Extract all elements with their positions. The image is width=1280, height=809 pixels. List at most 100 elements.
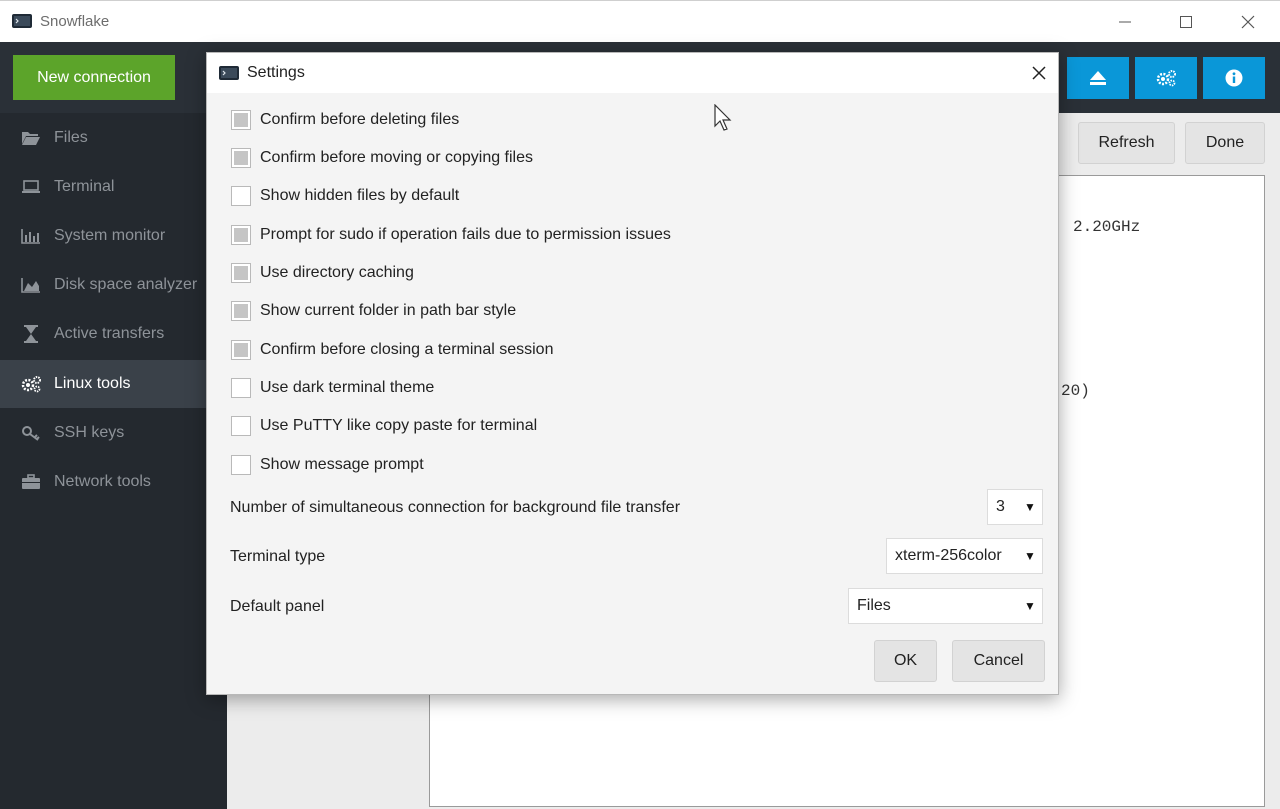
sidebar-item-label: Linux tools (54, 375, 131, 392)
briefcase-icon (20, 473, 42, 491)
output-line: 2.20GHz (1073, 218, 1141, 236)
checkbox-mark (234, 228, 248, 242)
checkbox[interactable] (231, 378, 251, 398)
default-panel-select[interactable]: Files ▼ (848, 588, 1043, 624)
terminal-app-icon (219, 66, 239, 80)
checkbox-mark (234, 266, 248, 280)
option-directory-caching[interactable]: Use directory caching (231, 261, 414, 285)
hourglass-icon (20, 325, 42, 343)
close-icon (1032, 66, 1046, 80)
option-show-message-prompt[interactable]: Show message prompt (231, 453, 424, 477)
option-prompt-sudo[interactable]: Prompt for sudo if operation fails due t… (231, 223, 671, 247)
option-label: Use directory caching (260, 264, 414, 281)
area-chart-icon (20, 276, 42, 294)
sidebar-item-ssh-keys[interactable]: SSH keys (0, 409, 227, 457)
sidebar-item-network-tools[interactable]: Network tools (0, 458, 227, 506)
connections-select[interactable]: 3 ▼ (987, 489, 1043, 525)
option-label: Show current folder in path bar style (260, 302, 517, 319)
sidebar-item-label: Network tools (54, 473, 151, 490)
output-line: 20) (1061, 382, 1090, 400)
option-confirm-delete[interactable]: Confirm before deleting files (231, 108, 459, 132)
chevron-down-icon: ▼ (1024, 500, 1036, 514)
option-dark-terminal-theme[interactable]: Use dark terminal theme (231, 376, 434, 400)
laptop-icon (20, 178, 42, 196)
option-label: Confirm before closing a terminal sessio… (260, 341, 554, 358)
info-button[interactable] (1203, 57, 1265, 99)
option-label: Use PuTTY like copy paste for terminal (260, 417, 538, 434)
settings-button[interactable] (1135, 57, 1197, 99)
option-label: Confirm before moving or copying files (260, 149, 534, 166)
cogs-icon (20, 375, 42, 393)
eject-button[interactable] (1067, 57, 1129, 99)
minimize-button[interactable] (1102, 1, 1148, 43)
option-label: Confirm before deleting files (260, 111, 460, 128)
checkbox[interactable] (231, 340, 251, 360)
terminal-type-select[interactable]: xterm-256color ▼ (886, 538, 1043, 574)
ok-button[interactable]: OK (874, 640, 937, 682)
sidebar: New connection Files Terminal System mon… (0, 42, 227, 809)
sidebar-item-label: SSH keys (54, 424, 125, 441)
option-label: Show message prompt (260, 456, 424, 473)
checkbox[interactable] (231, 416, 251, 436)
checkbox-mark (234, 113, 248, 127)
refresh-button[interactable]: Refresh (1078, 122, 1175, 164)
option-show-hidden-files[interactable]: Show hidden files by default (231, 184, 459, 208)
window-titlebar: Snowflake (0, 0, 1280, 42)
cancel-button[interactable]: Cancel (952, 640, 1045, 682)
option-putty-copy-paste[interactable]: Use PuTTY like copy paste for terminal (231, 414, 537, 438)
chevron-down-icon: ▼ (1024, 549, 1036, 563)
dialog-title: Settings (247, 64, 305, 81)
done-button[interactable]: Done (1185, 122, 1265, 164)
checkbox-mark (234, 343, 248, 357)
maximize-button[interactable] (1163, 1, 1209, 43)
bar-chart-icon (20, 227, 42, 245)
terminal-type-label: Terminal type (230, 548, 326, 565)
maximize-icon (1180, 16, 1192, 28)
option-confirm-close-terminal[interactable]: Confirm before closing a terminal sessio… (231, 338, 553, 362)
option-path-bar-style[interactable]: Show current folder in path bar style (231, 299, 516, 323)
option-label: Prompt for sudo if operation fails due t… (260, 226, 671, 243)
checkbox[interactable] (231, 148, 251, 168)
select-value: Files (857, 597, 891, 614)
info-icon (1225, 69, 1243, 87)
default-panel-label: Default panel (230, 598, 325, 615)
checkbox[interactable] (231, 301, 251, 321)
select-value: xterm-256color (895, 547, 1002, 564)
eject-icon (1090, 71, 1106, 85)
checkbox[interactable] (231, 225, 251, 245)
sidebar-item-label: Disk space analyzer (54, 276, 198, 293)
checkbox[interactable] (231, 110, 251, 130)
mouse-cursor-icon (714, 104, 732, 131)
sidebar-item-label: Terminal (54, 178, 115, 195)
settings-dialog: Settings Confirm before deleting files C… (206, 52, 1059, 695)
option-label: Show hidden files by default (260, 187, 460, 204)
minimize-icon (1119, 21, 1131, 23)
checkbox-mark (234, 304, 248, 318)
select-value: 3 (996, 498, 1005, 515)
terminal-app-icon (12, 14, 32, 28)
key-icon (20, 424, 42, 442)
connections-label: Number of simultaneous connection for ba… (230, 499, 681, 516)
sidebar-item-label: System monitor (54, 227, 166, 244)
sidebar-item-label: Active transfers (54, 325, 165, 342)
sidebar-item-system-monitor[interactable]: System monitor (0, 212, 227, 260)
chevron-down-icon: ▼ (1024, 599, 1036, 613)
sidebar-item-label: Files (54, 129, 88, 146)
sidebar-item-terminal[interactable]: Terminal (0, 163, 227, 211)
new-connection-button[interactable]: New connection (13, 55, 175, 100)
sidebar-item-files[interactable]: Files (0, 114, 227, 162)
checkbox-mark (234, 151, 248, 165)
option-confirm-move-copy[interactable]: Confirm before moving or copying files (231, 146, 533, 170)
sidebar-item-linux-tools[interactable]: Linux tools (0, 360, 227, 408)
close-window-button[interactable] (1225, 1, 1271, 43)
checkbox[interactable] (231, 186, 251, 206)
folder-open-icon (20, 129, 42, 147)
sidebar-item-active-transfers[interactable]: Active transfers (0, 310, 227, 358)
sidebar-item-disk-space-analyzer[interactable]: Disk space analyzer (0, 261, 227, 309)
checkbox[interactable] (231, 263, 251, 283)
close-icon (1241, 15, 1255, 29)
checkbox[interactable] (231, 455, 251, 475)
cogs-icon (1156, 70, 1176, 87)
window-title: Snowflake (40, 13, 110, 30)
dialog-close-button[interactable] (1025, 59, 1053, 87)
